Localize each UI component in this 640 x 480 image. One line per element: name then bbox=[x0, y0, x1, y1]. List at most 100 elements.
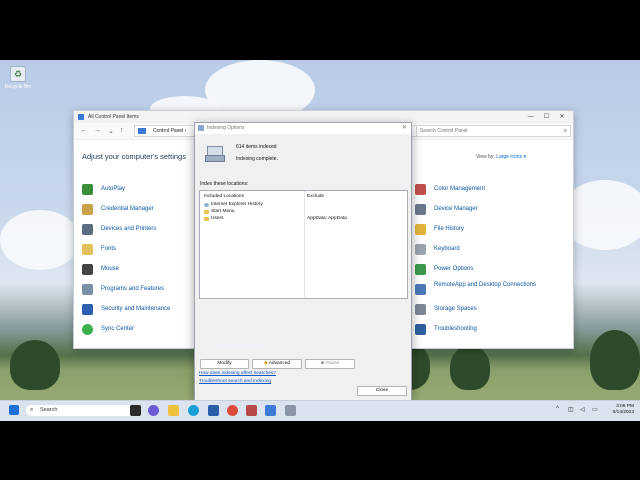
clock[interactable]: 3:06 PM 6/14/2023 bbox=[613, 404, 634, 416]
cp-item-sync-center[interactable]: Sync Center bbox=[82, 324, 134, 335]
back-arrow-icon[interactable]: ← bbox=[80, 127, 87, 134]
breadcrumb[interactable]: Control Panel bbox=[153, 128, 183, 134]
control-panel-icon bbox=[138, 128, 146, 134]
dialog-title: Indexing Options bbox=[207, 125, 245, 131]
app-icon[interactable] bbox=[246, 405, 257, 416]
maximize-button[interactable]: ☐ bbox=[539, 111, 553, 123]
edge-icon[interactable] bbox=[188, 405, 199, 416]
control-panel-taskbar-icon[interactable] bbox=[265, 405, 276, 416]
cp-item-keyboard[interactable]: Keyboard bbox=[415, 244, 460, 255]
battery-icon[interactable]: ▭ bbox=[592, 406, 598, 413]
shield-icon: ◆ bbox=[263, 361, 268, 366]
credential-icon bbox=[82, 204, 93, 215]
locations-table[interactable]: Included Locations Exclude Internet Expl… bbox=[199, 190, 408, 299]
chevron-down-icon[interactable]: ⌄ bbox=[108, 127, 114, 135]
item-label: Credential Manager bbox=[101, 206, 154, 212]
view-by-value: Large icons bbox=[496, 154, 523, 160]
indexing-status-icon bbox=[205, 144, 225, 162]
table-row[interactable]: Internet Explorer History bbox=[200, 202, 407, 209]
table-row[interactable]: Users AppData; AppData bbox=[200, 216, 407, 223]
chevron-up-icon[interactable]: ^ bbox=[556, 406, 559, 412]
file-history-icon bbox=[415, 224, 426, 235]
view-by: View by: Large icons ▾ bbox=[476, 154, 526, 160]
chat-icon[interactable] bbox=[148, 405, 159, 416]
cp-item-power-options[interactable]: Power Options bbox=[415, 264, 474, 275]
search-label: Search bbox=[40, 407, 58, 413]
keyboard-icon bbox=[415, 244, 426, 255]
close-button[interactable]: Close bbox=[357, 386, 407, 396]
pause-button[interactable]: ◆ Pause bbox=[305, 359, 355, 369]
window-title: All Control Panel Items bbox=[88, 114, 139, 120]
recycle-bin-icon: ♻ bbox=[10, 66, 26, 82]
pause-shield-icon: ◆ bbox=[320, 361, 325, 366]
recycle-bin-label: Recycle Bin bbox=[4, 84, 32, 90]
device-manager-icon bbox=[415, 204, 426, 215]
cp-item-devices-printers[interactable]: Devices and Printers bbox=[82, 224, 156, 235]
flag-icon bbox=[82, 304, 93, 315]
windows-start-icon[interactable] bbox=[9, 405, 19, 415]
locations-label: Index these locations: bbox=[200, 181, 249, 187]
exclude-cell: AppData; AppData bbox=[307, 216, 347, 221]
indexing-status: Indexing complete. bbox=[236, 156, 278, 162]
pause-label: Pause bbox=[325, 361, 340, 366]
col-exclude: Exclude bbox=[307, 194, 325, 199]
mouse-icon bbox=[82, 264, 93, 275]
cp-item-autoplay[interactable]: AutoPlay bbox=[82, 184, 125, 195]
view-by-dropdown[interactable]: Large icons ▾ bbox=[496, 154, 526, 160]
cp-item-troubleshooting[interactable]: Troubleshooting bbox=[415, 324, 477, 335]
indexing-taskbar-icon[interactable] bbox=[285, 405, 296, 416]
advanced-label: Advanced bbox=[268, 361, 291, 366]
up-arrow-icon[interactable]: ↑ bbox=[120, 127, 124, 134]
search-icon: ⌕ bbox=[563, 128, 567, 134]
close-button[interactable]: ✕ bbox=[555, 111, 569, 123]
file-explorer-icon[interactable] bbox=[168, 405, 179, 416]
cp-item-file-history[interactable]: File History bbox=[415, 224, 464, 235]
troubleshoot-link[interactable]: Troubleshoot search and indexing bbox=[199, 379, 271, 384]
programs-icon bbox=[82, 284, 93, 295]
items-indexed-count: 614 items indexed bbox=[236, 144, 277, 150]
cp-item-credential-manager[interactable]: Credential Manager bbox=[82, 204, 154, 215]
search-input[interactable]: Search Control Panel ⌕ bbox=[416, 125, 571, 137]
cp-item-programs-features[interactable]: Programs and Features bbox=[82, 284, 164, 295]
search-placeholder: Search Control Panel bbox=[420, 128, 468, 134]
close-icon[interactable]: ✕ bbox=[402, 123, 407, 134]
minimize-button[interactable]: — bbox=[524, 111, 538, 123]
printer-icon bbox=[82, 224, 93, 235]
indexing-icon bbox=[198, 125, 204, 131]
cp-item-windows-defender[interactable]: Windows Defender bbox=[212, 342, 267, 349]
col-included: Included Locations bbox=[204, 194, 245, 199]
item-label: Power Options bbox=[434, 266, 474, 272]
cp-item-fonts[interactable]: Fonts bbox=[82, 244, 116, 255]
ie-history-icon bbox=[204, 203, 209, 207]
color-icon bbox=[415, 184, 426, 195]
cp-item-storage-spaces[interactable]: Storage Spaces bbox=[415, 304, 477, 315]
cp-item-color-management[interactable]: Color Management bbox=[415, 184, 485, 195]
forward-arrow-icon[interactable]: → bbox=[94, 127, 101, 134]
recycle-bin-shortcut[interactable]: ♻ Recycle Bin bbox=[4, 66, 32, 90]
clock-date: 6/14/2023 bbox=[612, 410, 634, 415]
store-icon[interactable] bbox=[208, 405, 219, 416]
page-title: Adjust your computer's settings bbox=[82, 152, 186, 161]
cp-item-remoteapp[interactable]: RemoteApp and Desktop Connections bbox=[415, 282, 544, 295]
dialog-titlebar[interactable]: Indexing Options ✕ bbox=[195, 123, 411, 134]
speaker-icon[interactable]: ◁ bbox=[580, 406, 585, 413]
folder-icon bbox=[204, 217, 209, 221]
task-view-icon[interactable] bbox=[130, 405, 141, 416]
cp-item-mouse[interactable]: Mouse bbox=[82, 264, 120, 275]
network-icon[interactable]: ◫ bbox=[568, 406, 574, 413]
item-label: Mouse bbox=[101, 266, 120, 272]
cp-item-security-maintenance[interactable]: Security and Maintenance bbox=[82, 304, 170, 315]
how-indexing-link[interactable]: How does indexing affect searches? bbox=[199, 371, 276, 376]
taskbar: ⌕ Search ^ ◫ ◁ ▭ 3:06 PM 6/14/2023 bbox=[0, 400, 640, 421]
item-label: Device Manager bbox=[434, 206, 478, 212]
item-label: Keyboard bbox=[434, 246, 460, 252]
taskbar-search[interactable]: ⌕ Search bbox=[26, 405, 135, 416]
search-icon: ⌕ bbox=[30, 407, 34, 413]
autoplay-icon bbox=[82, 184, 93, 195]
table-row[interactable]: Start Menu bbox=[200, 209, 407, 216]
advanced-button[interactable]: ◆ Advanced bbox=[252, 359, 302, 369]
location-cell: Start Menu bbox=[211, 209, 235, 214]
chrome-icon[interactable] bbox=[227, 405, 238, 416]
cp-item-device-manager[interactable]: Device Manager bbox=[415, 204, 478, 215]
modify-button[interactable]: Modify bbox=[200, 359, 249, 369]
